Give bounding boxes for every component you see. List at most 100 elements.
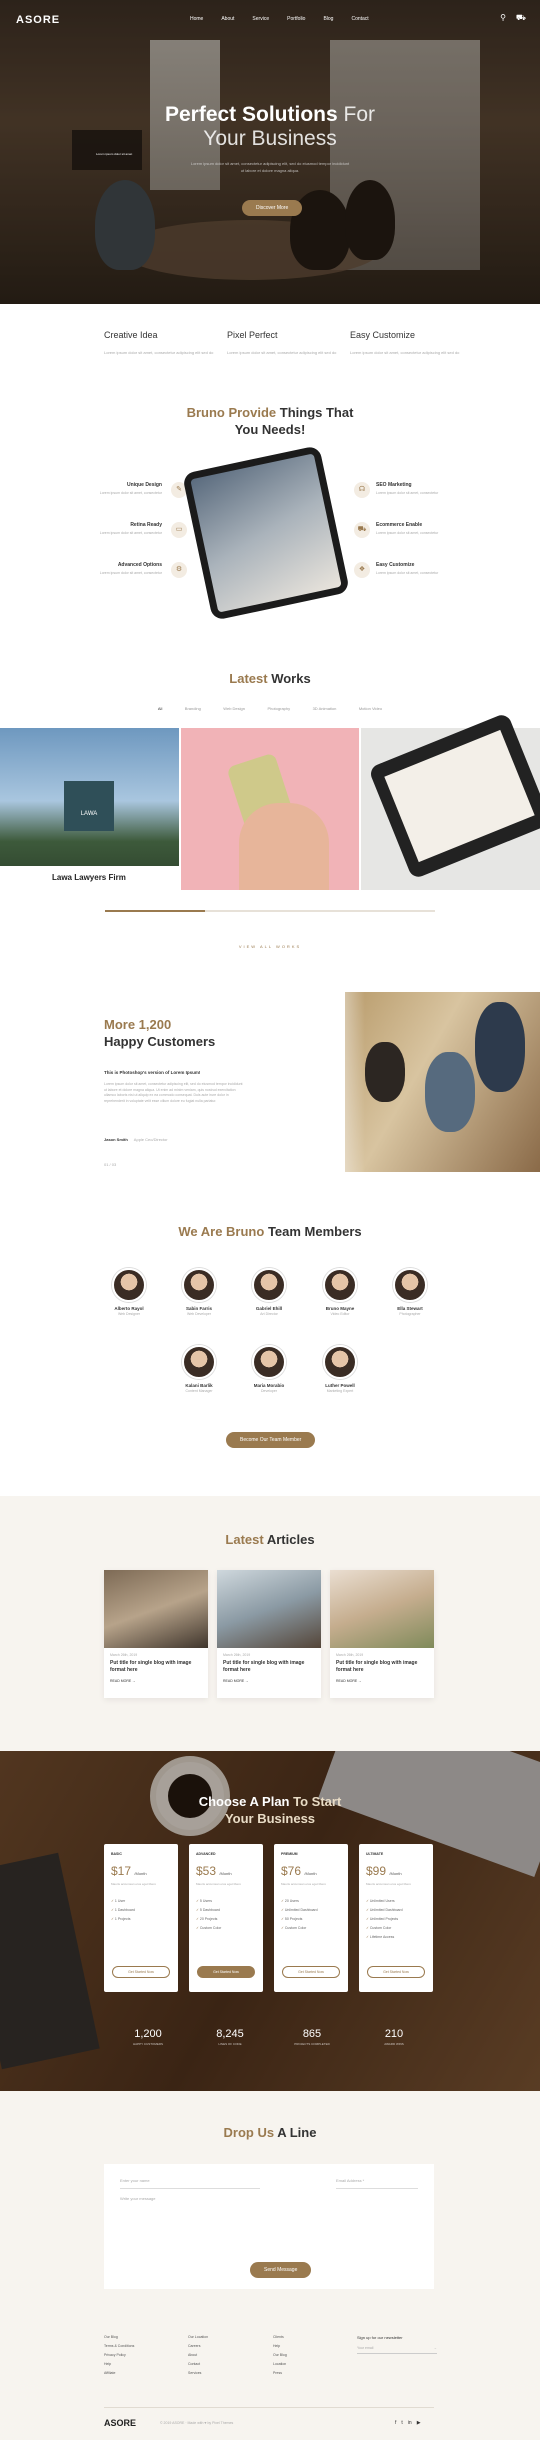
filter-3d-animation[interactable]: 3D Animation (313, 706, 337, 711)
read-more-link[interactable]: READ MORE → (110, 1679, 202, 1683)
nav-link-contact[interactable]: Contact (351, 16, 368, 22)
testimonial-pager[interactable]: 01 / 03 (104, 1162, 116, 1167)
works-scrollbar[interactable] (105, 910, 435, 912)
plan-desc: Mauris accumsan eros eget libero (366, 1882, 412, 1886)
nav-link-home[interactable]: Home (190, 16, 203, 22)
article-card[interactable]: March 26th, 2019 Put title for single bl… (217, 1570, 321, 1698)
filter-branding[interactable]: Branding (185, 706, 201, 711)
stat-value: 865 (302, 2028, 322, 2040)
become-team-member-button[interactable]: Become Our Team Member (226, 1432, 316, 1448)
footer-link[interactable]: Careers (188, 2344, 248, 2348)
stat-label: HAPPY CUSTOMERS (132, 2042, 164, 2046)
feature-title: Creative Idea (104, 330, 158, 340)
footer-link[interactable]: About (188, 2353, 248, 2357)
team-member[interactable]: Luther Powell Marketing Expert (310, 1345, 370, 1393)
nav-link-portfolio[interactable]: Portfolio (287, 16, 305, 22)
article-title[interactable]: Put title for single blog with image for… (110, 1660, 202, 1674)
footer-link[interactable]: Clients (273, 2335, 333, 2339)
linkedin-icon[interactable]: in (408, 2420, 412, 2426)
footer-link[interactable]: Our Blog (273, 2353, 333, 2357)
footer-link[interactable]: Press (273, 2371, 333, 2375)
get-started-button[interactable]: Get Started Now (282, 1966, 340, 1978)
work-item-tablet[interactable] (361, 712, 540, 890)
article-card[interactable]: March 26th, 2019 Put title for single bl… (330, 1570, 434, 1698)
work-item-bottle[interactable] (181, 728, 359, 890)
plan-feature: 5 Dashboard (196, 1908, 256, 1912)
team-member[interactable]: Ella Stewart Photographer (380, 1268, 440, 1316)
article-title[interactable]: Put title for single blog with image for… (336, 1660, 428, 1674)
send-message-button[interactable]: Send Message (250, 2262, 312, 2278)
filter-photography[interactable]: Photography (267, 706, 290, 711)
nav-link-blog[interactable]: Blog (323, 16, 333, 22)
newsletter-email-input[interactable]: Your email → (357, 2346, 437, 2354)
youtube-icon[interactable]: ▶ (417, 2420, 421, 2426)
team-member[interactable]: Maria Morabio Developer (239, 1345, 299, 1393)
nav-link-service[interactable]: Service (252, 16, 269, 22)
stat-value: 210 (384, 2028, 404, 2040)
member-name: Luther Powell (325, 1383, 355, 1388)
settings-icon: ⚙ (171, 562, 187, 578)
scrollbar-thumb[interactable] (105, 910, 205, 912)
filter-all[interactable]: All (158, 706, 162, 711)
provide-item-text: Lorem ipsum dolor sit amet, consectetur (376, 571, 439, 575)
article-title[interactable]: Put title for single blog with image for… (223, 1660, 315, 1674)
facebook-icon[interactable]: f (395, 2420, 396, 2426)
provide-item-retina-ready: Retina Ready Lorem ipsum dolor sit amet,… (42, 522, 162, 536)
member-role: Photographer (399, 1312, 421, 1316)
team-member[interactable]: Gabriel Ehill Art Director (239, 1268, 299, 1316)
feature-title: Easy Customize (350, 330, 416, 340)
get-started-button[interactable]: Get Started Now (367, 1966, 425, 1978)
copyright-text: © 2019 ASORE · Made with ♥ by Pixel Them… (160, 2421, 234, 2425)
avatar (112, 1268, 146, 1302)
avatar (252, 1268, 286, 1302)
search-icon[interactable]: ⚲ (500, 13, 506, 23)
message-field[interactable]: Write your message (120, 2196, 156, 2201)
footer-link[interactable]: Contact (188, 2362, 248, 2366)
member-role: Web Developer (186, 1312, 212, 1316)
filter-motion-video[interactable]: Motion Video (359, 706, 382, 711)
filter-web-design[interactable]: Web Design (223, 706, 245, 711)
name-field[interactable]: Enter your name (120, 2178, 150, 2183)
arrow-right-icon[interactable]: → (434, 2346, 438, 2350)
work-item-lawa[interactable]: LAWA Lawa Lawyers Firm (0, 728, 179, 890)
footer-link[interactable]: Privacy Policy (104, 2353, 164, 2357)
footer-link[interactable]: Our Blog (104, 2335, 164, 2339)
footer-logo[interactable]: ASORE (104, 2418, 136, 2428)
cart-icon: ⛟ (354, 522, 370, 538)
footer-link[interactable]: Affiliate (104, 2371, 164, 2375)
avatar (182, 1345, 216, 1379)
footer-link[interactable]: Help (273, 2344, 333, 2348)
footer-link[interactable]: Terms & Conditions (104, 2344, 164, 2348)
team-member[interactable]: Kalani Barlik Content Manager (169, 1345, 229, 1393)
footer-link[interactable]: Location (273, 2362, 333, 2366)
plan-name: ADVANCED (196, 1852, 216, 1856)
avatar (182, 1268, 216, 1302)
team-member[interactable]: Alberto Rayol Web Designer (99, 1268, 159, 1316)
get-started-button[interactable]: Get Started Now (197, 1966, 255, 1978)
provide-item-seo: SEO Marketing Lorem ipsum dolor sit amet… (376, 482, 496, 496)
discover-more-button[interactable]: Discover More (242, 200, 303, 216)
read-more-link[interactable]: READ MORE → (336, 1679, 428, 1683)
hero-title-light: For (343, 103, 376, 126)
footer-link[interactable]: Help (104, 2362, 164, 2366)
footer-link[interactable]: Services (188, 2371, 248, 2375)
member-name: Bruno Mayne (325, 1306, 355, 1311)
get-started-button[interactable]: Get Started Now (112, 1966, 170, 1978)
logo[interactable]: ASORE (16, 14, 60, 26)
articles-title-rest: Articles (266, 1532, 315, 1547)
member-role: Developer (261, 1389, 277, 1393)
cart-icon[interactable]: ⛟ (516, 13, 526, 23)
twitter-icon[interactable]: t (401, 2420, 402, 2426)
view-all-works-link[interactable]: VIEW ALL WORKS (0, 944, 540, 949)
team-member[interactable]: Bruno Mayne Video Editor (310, 1268, 370, 1316)
footer-link[interactable]: Our Location (188, 2335, 248, 2339)
article-card[interactable]: March 26th, 2019 Put title for single bl… (104, 1570, 208, 1698)
read-more-link[interactable]: READ MORE → (223, 1679, 315, 1683)
nav-link-about[interactable]: About (221, 16, 234, 22)
member-role: Content Manager (185, 1389, 213, 1393)
hero-caption: Lorem ipsum dolor sit amet (96, 152, 133, 156)
stat-value: 1,200 (134, 2028, 162, 2040)
team-member[interactable]: Sabin Farris Web Developer (169, 1268, 229, 1316)
email-field[interactable]: Email Address * (336, 2178, 364, 2183)
article-date: March 26th, 2019 (110, 1653, 138, 1657)
